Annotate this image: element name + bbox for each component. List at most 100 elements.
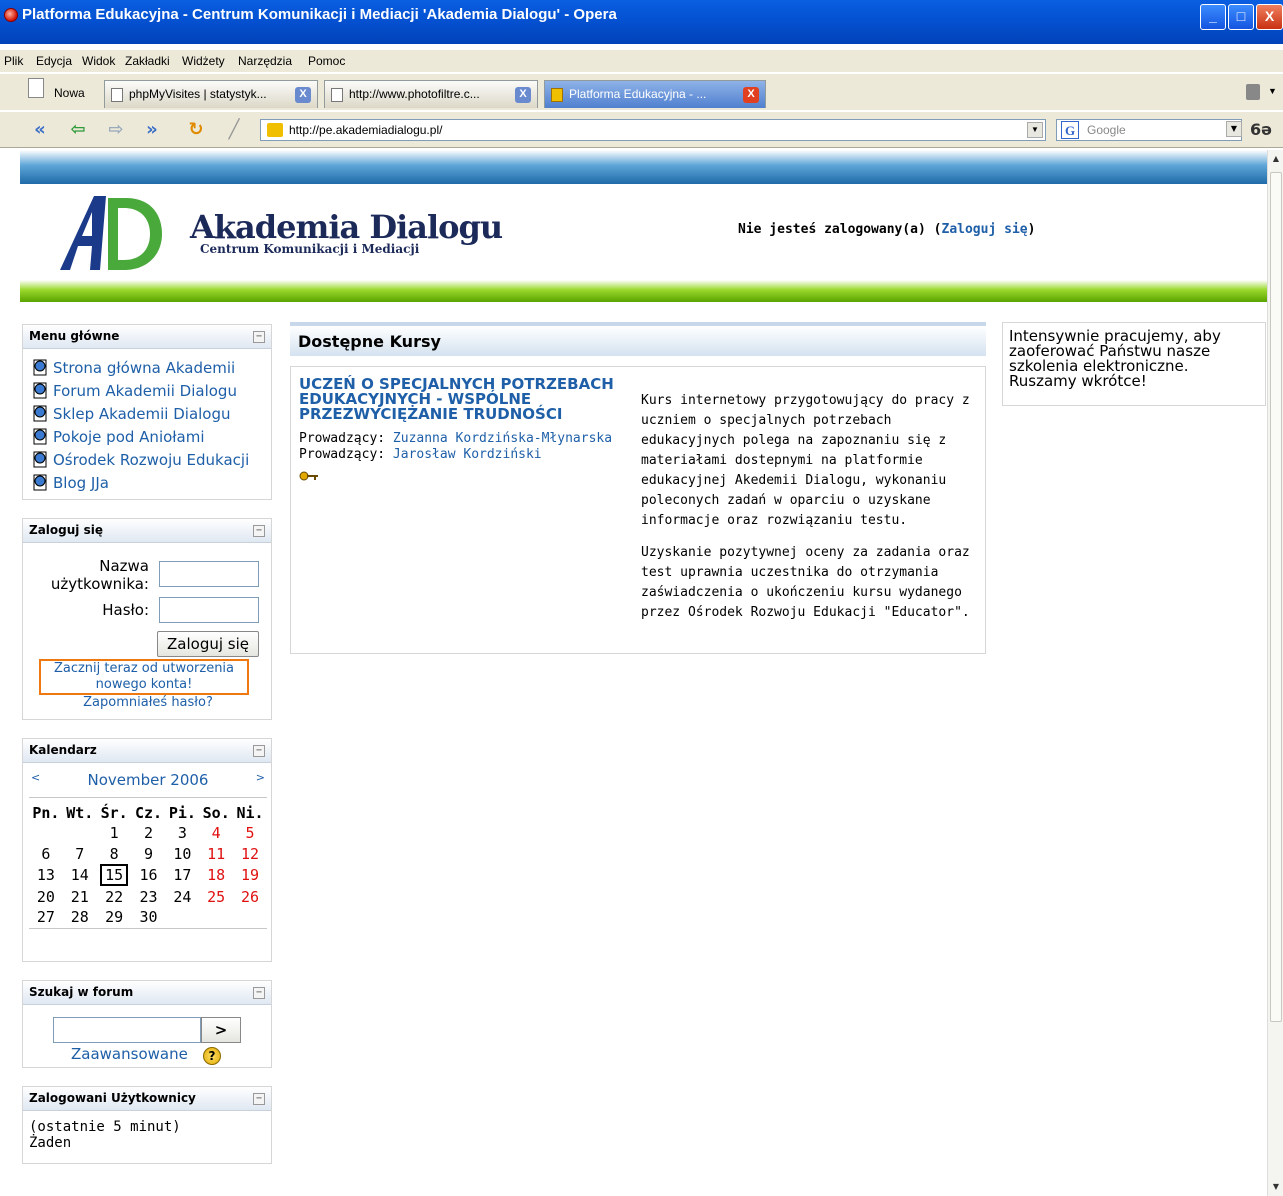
tab-close-icon[interactable]: X [515, 87, 531, 103]
trash-icon[interactable] [1246, 84, 1260, 100]
edit-icon[interactable]: ╱ [222, 119, 246, 141]
forward-icon[interactable]: ⇨ [104, 119, 128, 141]
back-icon[interactable]: ⇦ [66, 119, 90, 141]
collapse-icon[interactable]: − [253, 331, 265, 343]
menu-item-osrodek[interactable]: Ośrodek Rozwoju Edukacji [31, 451, 271, 474]
calendar-day: 19 [241, 866, 260, 884]
course-title-link[interactable]: UCZEŃ O SPECJALNYCH POTRZEBACH EDUKACYJN… [299, 377, 629, 422]
help-icon[interactable]: ? [203, 1047, 221, 1065]
menu-item-label[interactable]: Sklep Akademii Dialogu [53, 405, 231, 423]
header-login-link[interactable]: Zaloguj się [942, 222, 1028, 237]
block-title: Zalogowani Użytkownicy [29, 1091, 196, 1105]
collapse-icon[interactable]: − [253, 745, 265, 757]
new-tab-button[interactable]: Nowa [24, 78, 94, 106]
page-icon [111, 88, 123, 102]
online-users-list: Żaden [29, 1135, 72, 1151]
scroll-down-icon[interactable]: ▼ [1269, 1180, 1283, 1194]
forgot-password-link[interactable]: Zapomniałeś hasło? [23, 695, 273, 710]
glasses-icon[interactable]: 6ә [1250, 120, 1272, 139]
password-input[interactable] [159, 597, 259, 623]
calendar-day: 11 [207, 844, 226, 863]
teacher-label: Prowadzący: [299, 431, 386, 446]
collapse-icon[interactable]: − [253, 987, 265, 999]
menu-tools[interactable]: Narzędzia [238, 54, 292, 68]
window-title: Platforma Edukacyjna - Centrum Komunikac… [22, 6, 617, 23]
address-dropdown-icon[interactable]: ▼ [1027, 122, 1043, 138]
menu-item-label[interactable]: Blog JJa [53, 474, 109, 492]
signup-link[interactable]: Zacznij teraz od utworzenia nowego konta… [39, 659, 249, 695]
calendar-weekday-row: Pn. Wt. Śr. Cz. Pi. So. Ni. [29, 798, 267, 822]
search-engine-dropdown-icon[interactable]: ▼ [1226, 121, 1242, 137]
scrollbar-thumb[interactable] [1270, 172, 1282, 1022]
reload-icon[interactable]: ↻ [184, 119, 208, 141]
tab-label: Platforma Edukacyjna - ... [569, 87, 707, 101]
tab-close-icon[interactable]: X [743, 87, 759, 103]
calendar-day: 13 [36, 866, 55, 884]
tab-phpmyvisites[interactable]: phpMyVisites | statystyk... X [104, 80, 318, 108]
menu-item-sklep[interactable]: Sklep Akademii Dialogu [31, 405, 271, 428]
weekday: Pi. [168, 804, 196, 822]
menu-widgets[interactable]: Widżety [182, 54, 225, 68]
calendar-month[interactable]: November 2006 [23, 771, 273, 789]
menu-edit[interactable]: Edycja [36, 54, 72, 68]
chevron-down-icon[interactable]: ▼ [1268, 86, 1277, 96]
menu-item-label[interactable]: Strona główna Akademii [53, 359, 235, 377]
scroll-up-icon[interactable]: ▲ [1269, 152, 1283, 166]
menu-item-label[interactable]: Ośrodek Rozwoju Edukacji [53, 451, 249, 469]
vertical-scrollbar[interactable]: ▲ ▼ [1267, 150, 1283, 1196]
new-document-icon [28, 78, 44, 98]
menu-item-forum[interactable]: Forum Akademii Dialogu [31, 382, 271, 405]
course-item: UCZEŃ O SPECJALNYCH POTRZEBACH EDUKACYJN… [290, 366, 986, 654]
fast-forward-icon[interactable]: » [140, 119, 164, 141]
login-button[interactable]: Zaloguj się [157, 631, 259, 657]
tab-platforma[interactable]: Platforma Edukacyjna - ... X [544, 80, 766, 108]
course-description-paragraph: Kurs internetowy przygotowujący do pracy… [641, 393, 970, 528]
menu-item-strona-glowna[interactable]: Strona główna Akademii [31, 359, 271, 382]
online-users-period: (ostatnie 5 minut) [29, 1119, 181, 1135]
advanced-search-link[interactable]: Zaawansowane [71, 1045, 188, 1063]
akademia-dialogu-logo-icon [60, 196, 162, 270]
menu-item-pokoje[interactable]: Pokoje pod Aniołami [31, 428, 271, 451]
calendar-day: 25 [207, 887, 226, 906]
username-label-line2: użytkownika: [50, 575, 149, 593]
site-header: Akademia Dialogu Centrum Komunikacji i M… [20, 184, 1267, 280]
calendar-day: 21 [70, 887, 89, 906]
calendar-day: 9 [144, 844, 154, 863]
forum-search-input[interactable] [53, 1017, 201, 1043]
forum-search-block: Szukaj w forum − > Zaawansowane ? [22, 980, 272, 1068]
key-icon [299, 471, 318, 481]
calendar-next-button[interactable]: > [256, 771, 265, 784]
tab-close-icon[interactable]: X [295, 87, 311, 103]
block-header: Zaloguj się − [23, 519, 271, 543]
calendar-day [165, 907, 199, 928]
tab-photofiltre[interactable]: http://www.photofiltre.c... X [324, 80, 538, 108]
search-field[interactable]: G Google [1056, 119, 1242, 141]
weekday: Wt. [66, 804, 94, 822]
menu-item-blog[interactable]: Blog JJa [31, 474, 271, 497]
close-window-button[interactable]: X [1256, 4, 1283, 30]
collapse-icon[interactable]: − [253, 1093, 265, 1105]
minimize-button[interactable]: _ [1200, 4, 1226, 30]
menu-item-label[interactable]: Forum Akademii Dialogu [53, 382, 237, 400]
menu-item-label[interactable]: Pokoje pod Aniołami [53, 428, 205, 446]
menu-file[interactable]: Plik [4, 54, 23, 68]
globe-page-icon [33, 405, 47, 422]
username-label-line1: Nazwa [99, 557, 149, 575]
calendar-prev-button[interactable]: < [31, 771, 40, 784]
rewind-icon[interactable]: « [28, 119, 52, 141]
menu-bookmarks[interactable]: Zakładki [125, 54, 170, 68]
maximize-button[interactable]: □ [1228, 4, 1254, 30]
calendar-day: 29 [105, 908, 124, 927]
address-bar[interactable]: http://pe.akademiadialogu.pl/ ▼ [260, 119, 1046, 141]
menu-help[interactable]: Pomoc [308, 54, 345, 68]
username-input[interactable] [159, 561, 259, 587]
collapse-icon[interactable]: − [253, 525, 265, 537]
calendar-day: 24 [173, 887, 192, 906]
logo-subtitle: Centrum Komunikacji i Mediacji [200, 242, 420, 256]
google-icon: G [1061, 121, 1079, 139]
teacher-link[interactable]: Jarosław Kordziński [393, 447, 542, 462]
teacher-link[interactable]: Zuzanna Kordzińska-Młynarska [393, 431, 612, 446]
weekday: So. [202, 804, 230, 822]
menu-view[interactable]: Widok [82, 54, 115, 68]
forum-search-button[interactable]: > [201, 1017, 241, 1043]
